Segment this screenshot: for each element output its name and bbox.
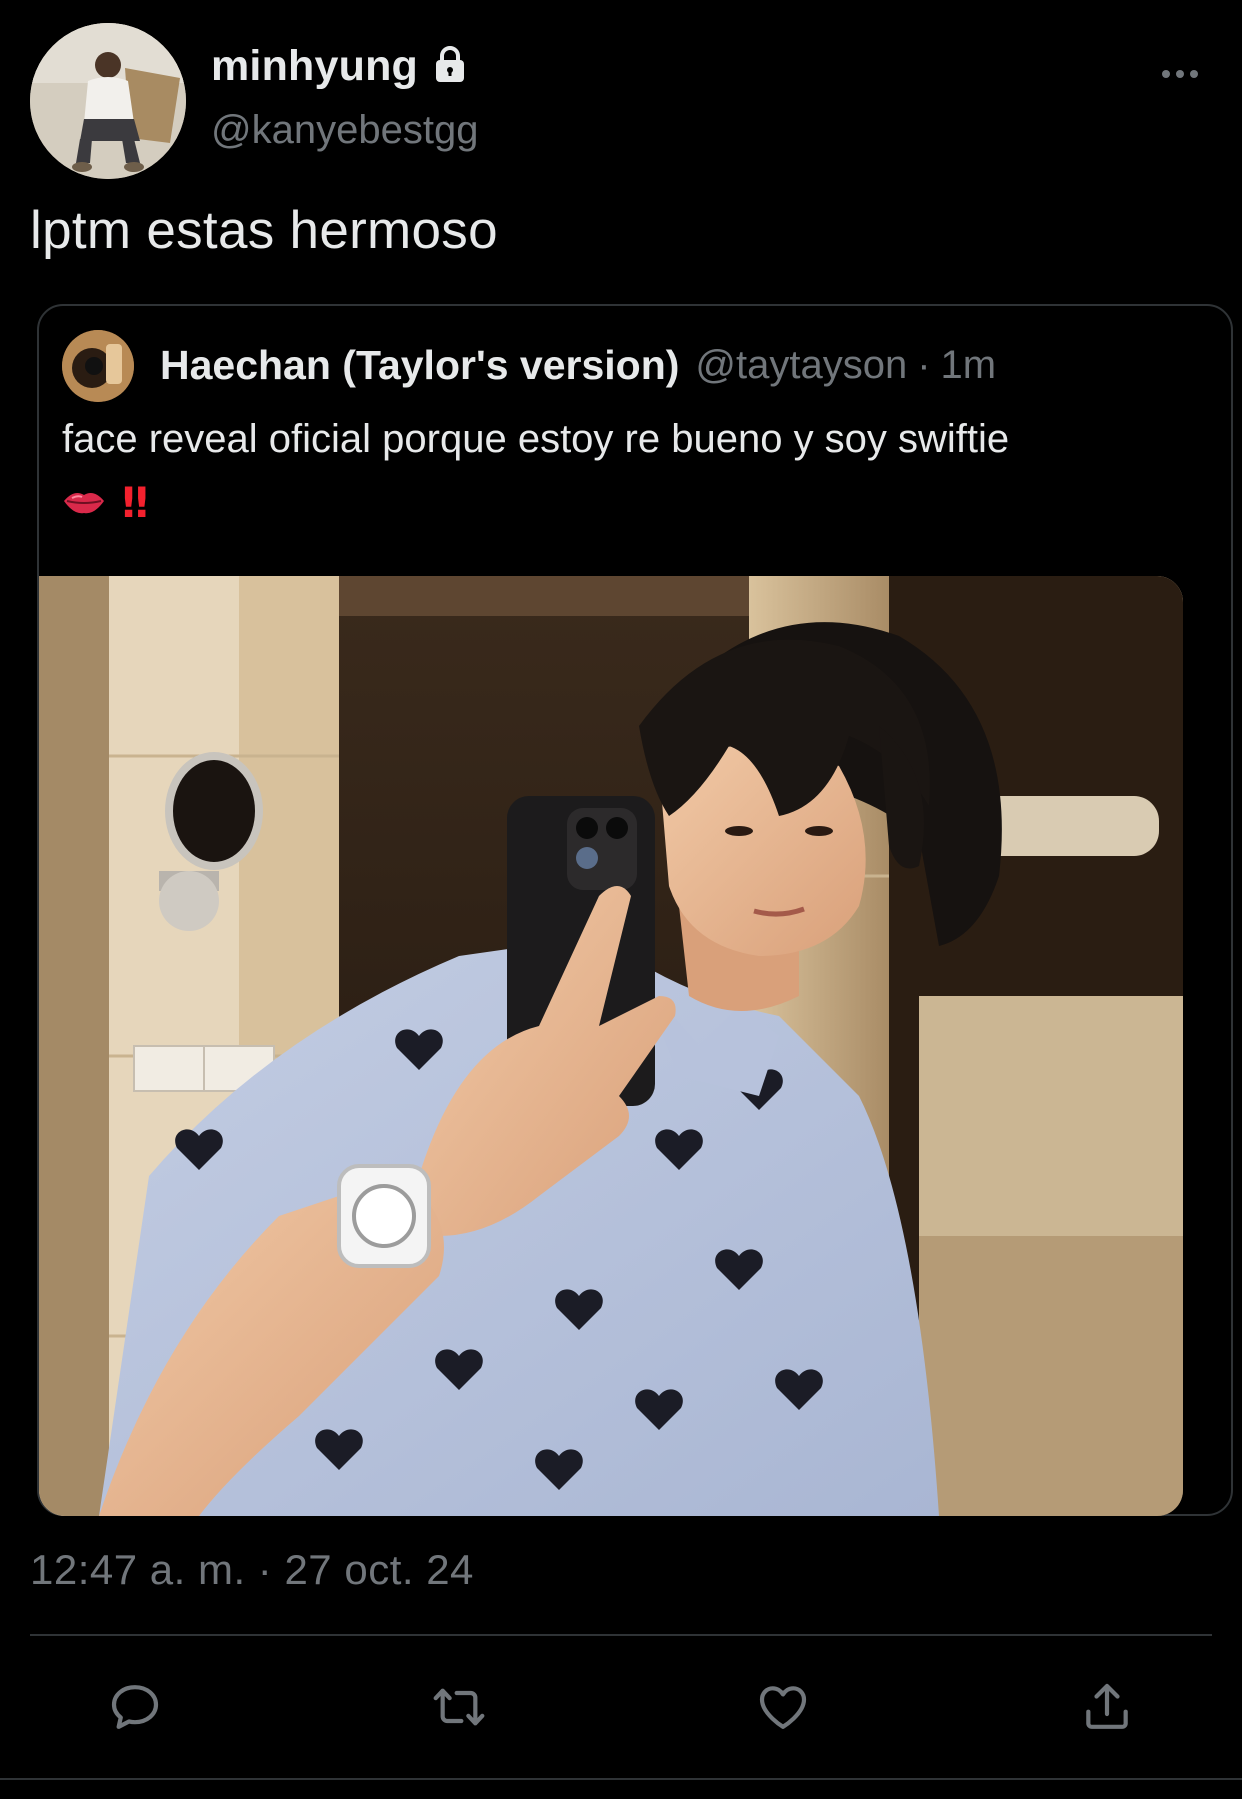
- author-display-name[interactable]: minhyung: [211, 42, 418, 91]
- author-name-row: minhyung: [211, 38, 470, 94]
- reply-icon: [111, 1685, 159, 1729]
- quoted-tweet-time: 1m: [940, 342, 997, 387]
- divider: [0, 1778, 1242, 1780]
- like-button[interactable]: [748, 1672, 818, 1742]
- quoted-author-handle[interactable]: @taytayson: [695, 343, 907, 388]
- more-icon: [1162, 70, 1198, 78]
- header-separator: ·: [917, 342, 931, 387]
- quoted-tweet-emojis: ‼: [62, 478, 148, 528]
- author-avatar[interactable]: [30, 23, 186, 179]
- share-icon: [1086, 1683, 1128, 1729]
- share-button[interactable]: [1072, 1672, 1142, 1742]
- quoted-author-avatar[interactable]: [62, 330, 134, 402]
- like-icon: [759, 1686, 807, 1729]
- tweet-text: lptm estas hermoso: [30, 201, 498, 260]
- quoted-tweet-header: Haechan (Taylor's version) @taytayson · …: [160, 335, 996, 395]
- quoted-avatar-image: [62, 330, 134, 402]
- selfie-photo: [39, 576, 1183, 1516]
- reply-button[interactable]: [100, 1672, 170, 1742]
- quoted-tweet-text: face reveal oficial porque estoy re buen…: [62, 417, 1010, 461]
- tweet-timestamp[interactable]: 12:47 a. m. · 27 oct. 24: [30, 1546, 474, 1594]
- lips-emoji: [62, 486, 106, 521]
- quoted-tweet-photo[interactable]: [39, 576, 1183, 1516]
- author-handle[interactable]: @kanyebestgg: [211, 108, 478, 153]
- quoted-author-name[interactable]: Haechan (Taylor's version): [160, 342, 679, 389]
- retweet-icon: [433, 1688, 485, 1726]
- lock-icon: [430, 44, 470, 89]
- avatar-image: [30, 23, 186, 179]
- double-exclamation-emoji: ‼: [122, 478, 149, 527]
- more-options-button[interactable]: [1150, 56, 1210, 92]
- divider: [30, 1634, 1212, 1636]
- retweet-button[interactable]: [424, 1672, 494, 1742]
